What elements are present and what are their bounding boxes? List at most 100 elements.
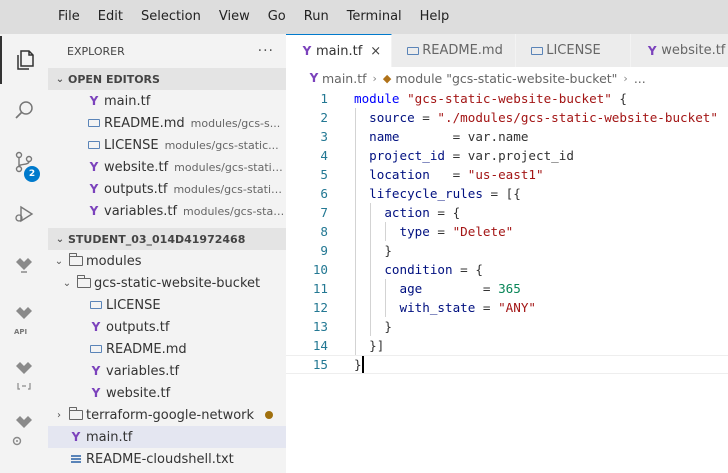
tree-file[interactable]: Y outputs.tf bbox=[48, 316, 286, 338]
tab-main-tf[interactable]: Y main.tf × bbox=[286, 34, 393, 67]
workspace-header[interactable]: ⌄ STUDENT_03_014D41972468 bbox=[48, 228, 286, 250]
close-icon[interactable]: × bbox=[370, 44, 381, 59]
search-icon[interactable] bbox=[0, 86, 48, 134]
breadcrumb-symbol[interactable]: module "gcs-static-website-bucket" bbox=[395, 71, 617, 86]
file-name: variables.tf bbox=[106, 363, 180, 379]
modified-dot-icon bbox=[265, 411, 273, 419]
tree-file[interactable]: Y variables.tf bbox=[48, 360, 286, 382]
terraform-icon: Y bbox=[302, 44, 312, 58]
menu-file[interactable]: File bbox=[49, 0, 89, 34]
chevron-down-icon: ⌄ bbox=[54, 255, 64, 267]
menu-selection[interactable]: Selection bbox=[132, 0, 210, 34]
file-path: modules/gcs-static-... bbox=[173, 182, 286, 196]
breadcrumb-file[interactable]: main.tf bbox=[322, 71, 367, 86]
breadcrumb: Y main.tf › ◆ module "gcs-static-website… bbox=[286, 67, 728, 89]
tree-folder[interactable]: › terraform-google-network bbox=[48, 404, 286, 426]
line-number: 2 bbox=[320, 110, 328, 125]
menu-edit[interactable]: Edit bbox=[89, 0, 132, 34]
tab-license[interactable]: LICENSE bbox=[516, 34, 632, 67]
open-editor-item[interactable]: Y website.tf modules/gcs-static... bbox=[48, 156, 286, 178]
file-path: modules/gcs-static... bbox=[164, 138, 279, 152]
file-name: outputs.tf bbox=[106, 319, 170, 335]
file-name: main.tf bbox=[104, 93, 151, 109]
menu-view[interactable]: View bbox=[210, 0, 259, 34]
folder-name: gcs-static-website-bucket bbox=[94, 275, 261, 291]
code-line: 8 type = "Delete" bbox=[286, 222, 728, 241]
line-number: 15 bbox=[312, 357, 328, 372]
license-icon bbox=[528, 46, 546, 55]
code-line: 7 action = { bbox=[286, 203, 728, 222]
file-name: README-cloudshell.txt bbox=[86, 451, 234, 467]
breadcrumb-more[interactable]: ... bbox=[634, 71, 646, 86]
tree-file[interactable]: Y website.tf bbox=[48, 382, 286, 404]
tab-label: README.md bbox=[422, 43, 503, 58]
tree-file[interactable]: LICENSE bbox=[48, 294, 286, 316]
code-text: } bbox=[354, 319, 392, 334]
markdown-icon bbox=[84, 119, 104, 127]
tree-file[interactable]: Y main.tf bbox=[48, 426, 286, 448]
terraform-icon: Y bbox=[89, 182, 99, 196]
more-actions-icon[interactable]: ··· bbox=[258, 43, 274, 59]
markdown-icon bbox=[404, 46, 422, 55]
open-editor-item[interactable]: LICENSE modules/gcs-static... bbox=[48, 134, 286, 156]
tree-folder[interactable]: ⌄ gcs-static-website-bucket bbox=[48, 272, 286, 294]
cloud-code-icon[interactable] bbox=[0, 242, 48, 290]
code-editor[interactable]: 1 module "gcs-static-website-bucket" {2 s… bbox=[286, 89, 728, 473]
line-number: 9 bbox=[320, 243, 328, 258]
cloud-api-icon[interactable]: API bbox=[0, 296, 48, 344]
open-editor-item[interactable]: Y main.tf bbox=[48, 90, 286, 112]
file-name: website.tf bbox=[104, 159, 169, 175]
open-editor-item[interactable]: Y outputs.tf modules/gcs-static-... bbox=[48, 178, 286, 200]
code-text: location = "us-east1" bbox=[369, 167, 544, 182]
source-control-icon[interactable]: 2 bbox=[0, 138, 48, 186]
indent-guide bbox=[385, 222, 387, 241]
code-line: 14 }] bbox=[286, 336, 728, 355]
tab-website-tf[interactable]: Y website.tf bbox=[631, 34, 728, 67]
license-icon bbox=[84, 141, 104, 149]
workspace-title: STUDENT_03_014D41972468 bbox=[68, 232, 246, 246]
folder-icon bbox=[66, 253, 86, 266]
text-file-icon bbox=[66, 458, 86, 460]
run-debug-icon[interactable] bbox=[0, 190, 48, 238]
code-line: 2 source = "./modules/gcs-static-website… bbox=[286, 108, 728, 127]
code-text: } bbox=[354, 357, 362, 372]
tab-label: LICENSE bbox=[546, 43, 601, 58]
activity-bar: 2 API bbox=[0, 34, 48, 473]
tree-file[interactable]: README-cloudshell.txt bbox=[48, 448, 286, 470]
chevron-down-icon: ⌄ bbox=[55, 73, 65, 85]
line-number: 6 bbox=[320, 186, 328, 201]
text-cursor bbox=[361, 356, 364, 373]
explorer-header: EXPLORER ··· bbox=[48, 34, 286, 68]
open-editor-item[interactable]: Y variables.tf modules/gcs-stati... bbox=[48, 200, 286, 222]
code-line: 1 module "gcs-static-website-bucket" { bbox=[286, 89, 728, 108]
code-text: with_state = "ANY" bbox=[399, 300, 537, 315]
open-editor-item[interactable]: README.md modules/gcs-s... bbox=[48, 112, 286, 134]
code-line: 6 lifecycle_rules = [{ bbox=[286, 184, 728, 203]
code-text: lifecycle_rules = [{ bbox=[369, 186, 521, 201]
tree-file[interactable]: README.md bbox=[48, 338, 286, 360]
chevron-down-icon: ⌄ bbox=[62, 277, 72, 289]
menu-help[interactable]: Help bbox=[411, 0, 459, 34]
terraform-icon: Y bbox=[309, 71, 319, 85]
code-text: condition = { bbox=[384, 262, 483, 277]
terraform-icon: Y bbox=[91, 364, 101, 378]
terraform-icon: Y bbox=[647, 43, 657, 58]
cloud-run-icon[interactable] bbox=[0, 350, 48, 398]
menu-go[interactable]: Go bbox=[259, 0, 295, 34]
open-editors-header[interactable]: ⌄ OPEN EDITORS bbox=[48, 68, 286, 90]
chevron-right-icon: › bbox=[372, 71, 377, 85]
markdown-icon bbox=[86, 345, 106, 353]
menu-terminal[interactable]: Terminal bbox=[338, 0, 411, 34]
folder-name: terraform-google-network bbox=[86, 407, 255, 423]
code-line: 4 project_id = var.project_id bbox=[286, 146, 728, 165]
code-text: module "gcs-static-website-bucket" { bbox=[354, 91, 627, 106]
menu-run[interactable]: Run bbox=[295, 0, 338, 34]
line-number: 3 bbox=[320, 129, 328, 144]
tab-readme[interactable]: README.md bbox=[392, 34, 517, 67]
indent-guide bbox=[385, 279, 387, 317]
tree-folder[interactable]: ⌄ modules bbox=[48, 250, 286, 272]
explorer-icon[interactable] bbox=[0, 36, 48, 84]
menu-bar: File Edit Selection View Go Run Terminal… bbox=[0, 0, 728, 34]
cloud-settings-icon[interactable] bbox=[0, 404, 48, 452]
code-line: 11 age = 365 bbox=[286, 279, 728, 298]
